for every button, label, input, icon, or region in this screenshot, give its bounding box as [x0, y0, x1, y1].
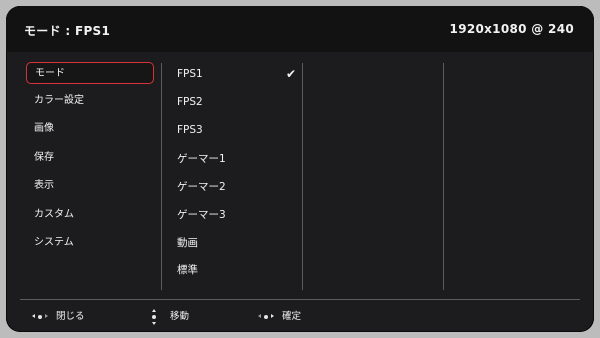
key-guide: 閉じる 移動 確定 [6, 302, 594, 332]
menu-item-color-settings[interactable]: カラー設定 [26, 90, 154, 112]
mode-option-gamer1[interactable]: ゲーマー1 [172, 148, 300, 170]
close-label: 閉じる [56, 311, 85, 322]
mode-option-gamer3[interactable]: ゲーマー3 [172, 204, 300, 226]
column-divider [302, 63, 303, 290]
column-divider [161, 63, 162, 290]
menu-item-image[interactable]: 画像 [26, 118, 154, 140]
footer-divider [20, 299, 580, 300]
mode-option-movie[interactable]: 動画 [172, 232, 300, 254]
checkmark-icon: ✔ [285, 67, 296, 81]
menu-item-save[interactable]: 保存 [26, 147, 154, 169]
osd-panel: モード : FPS1 1920x1080 @ 240 モード カラー設定 画像 … [6, 6, 594, 332]
option-label: ゲーマー1 [177, 153, 226, 165]
confirm-label: 確定 [282, 311, 302, 322]
confirm-hint[interactable]: 確定 [258, 307, 301, 327]
option-label: 標準 [177, 264, 198, 276]
jog-left-icon [32, 309, 48, 325]
option-label: FPS3 [177, 124, 203, 136]
page-title: モード : FPS1 [24, 24, 111, 38]
mode-option-standard[interactable]: 標準 [172, 259, 300, 281]
menu-item-label: 表示 [34, 180, 54, 191]
menu-item-label: 画像 [34, 123, 54, 134]
move-label: 移動 [170, 311, 190, 322]
menu-item-label: カラー設定 [34, 95, 84, 106]
menu-item-label: カスタム [34, 209, 74, 220]
menu-item-custom[interactable]: カスタム [26, 204, 154, 226]
jog-up-down-icon [146, 308, 162, 325]
menu-item-system[interactable]: システム [26, 232, 154, 254]
move-hint[interactable]: 移動 [146, 307, 189, 327]
column-divider [443, 63, 444, 290]
mode-option-fps3[interactable]: FPS3 [172, 119, 300, 141]
resolution-readout: 1920x1080 @ 240 [449, 22, 574, 36]
mode-option-fps1[interactable]: FPS1 ✔ [172, 63, 300, 85]
menu-item-display[interactable]: 表示 [26, 175, 154, 197]
menu-item-label: 保存 [34, 152, 54, 163]
option-label: FPS2 [177, 96, 203, 108]
mode-option-gamer2[interactable]: ゲーマー2 [172, 176, 300, 198]
option-label: FPS1 [177, 68, 203, 80]
menu-item-label: モード [35, 68, 65, 79]
menu-item-label: システム [34, 237, 74, 248]
jog-right-icon [258, 309, 274, 325]
option-label: 動画 [177, 237, 198, 249]
option-label: ゲーマー3 [177, 209, 226, 221]
osd-header: モード : FPS1 1920x1080 @ 240 [6, 6, 594, 52]
option-label: ゲーマー2 [177, 181, 226, 193]
mode-option-fps2[interactable]: FPS2 [172, 91, 300, 113]
menu-item-mode[interactable]: モード [26, 62, 154, 84]
close-hint[interactable]: 閉じる [32, 307, 85, 327]
